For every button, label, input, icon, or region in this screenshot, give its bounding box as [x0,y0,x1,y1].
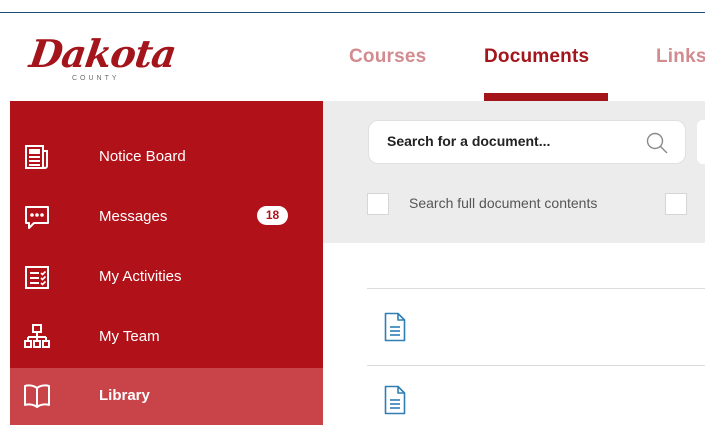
sidebar-item-label: Messages [99,208,168,225]
adjacent-control-edge[interactable] [697,120,705,164]
logo-subtitle: COUNTY [72,75,120,82]
search-box [368,120,686,164]
checklist-icon [25,266,49,289]
org-chart-icon [24,324,50,348]
sidebar-item-my-team[interactable]: My Team [10,309,323,366]
list-divider [367,365,705,366]
logo-script: Dakota [26,31,179,76]
message-icon [25,206,49,229]
sidebar-item-label: Notice Board [99,148,186,165]
tab-links[interactable]: Links [656,46,705,68]
sidebar-item-label: Library [99,387,150,404]
active-tab-indicator [484,93,608,101]
tab-documents[interactable]: Documents [484,46,589,68]
sidebar-item-messages[interactable]: Messages 18 [10,189,323,246]
document-search-panel: Search full document contents [323,101,705,243]
tab-courses[interactable]: Courses [349,46,426,68]
sidebar-item-label: My Activities [99,268,182,285]
sidebar-item-library[interactable]: Library [10,368,323,425]
messages-count-badge: 18 [257,206,288,225]
search-full-contents-label: Search full document contents [409,195,598,211]
filter-checkbox[interactable] [665,193,687,215]
sidebar-item-notice-board[interactable]: Notice Board [10,129,323,186]
document-icon[interactable] [384,312,406,342]
book-icon [24,384,50,408]
search-input[interactable] [387,133,617,149]
dakota-county-logo[interactable]: Dakota COUNTY [27,31,179,82]
list-divider [367,288,705,289]
search-full-contents-checkbox[interactable] [367,193,389,215]
document-icon[interactable] [384,385,406,415]
notice-board-icon [25,145,48,169]
sidebar-item-label: My Team [99,328,160,345]
sidebar: Notice Board Messages 18 My Activities M… [10,101,323,425]
header: Dakota COUNTY Courses Documents Links [0,13,705,101]
sidebar-item-my-activities[interactable]: My Activities [10,249,323,306]
search-icon[interactable] [645,131,669,155]
